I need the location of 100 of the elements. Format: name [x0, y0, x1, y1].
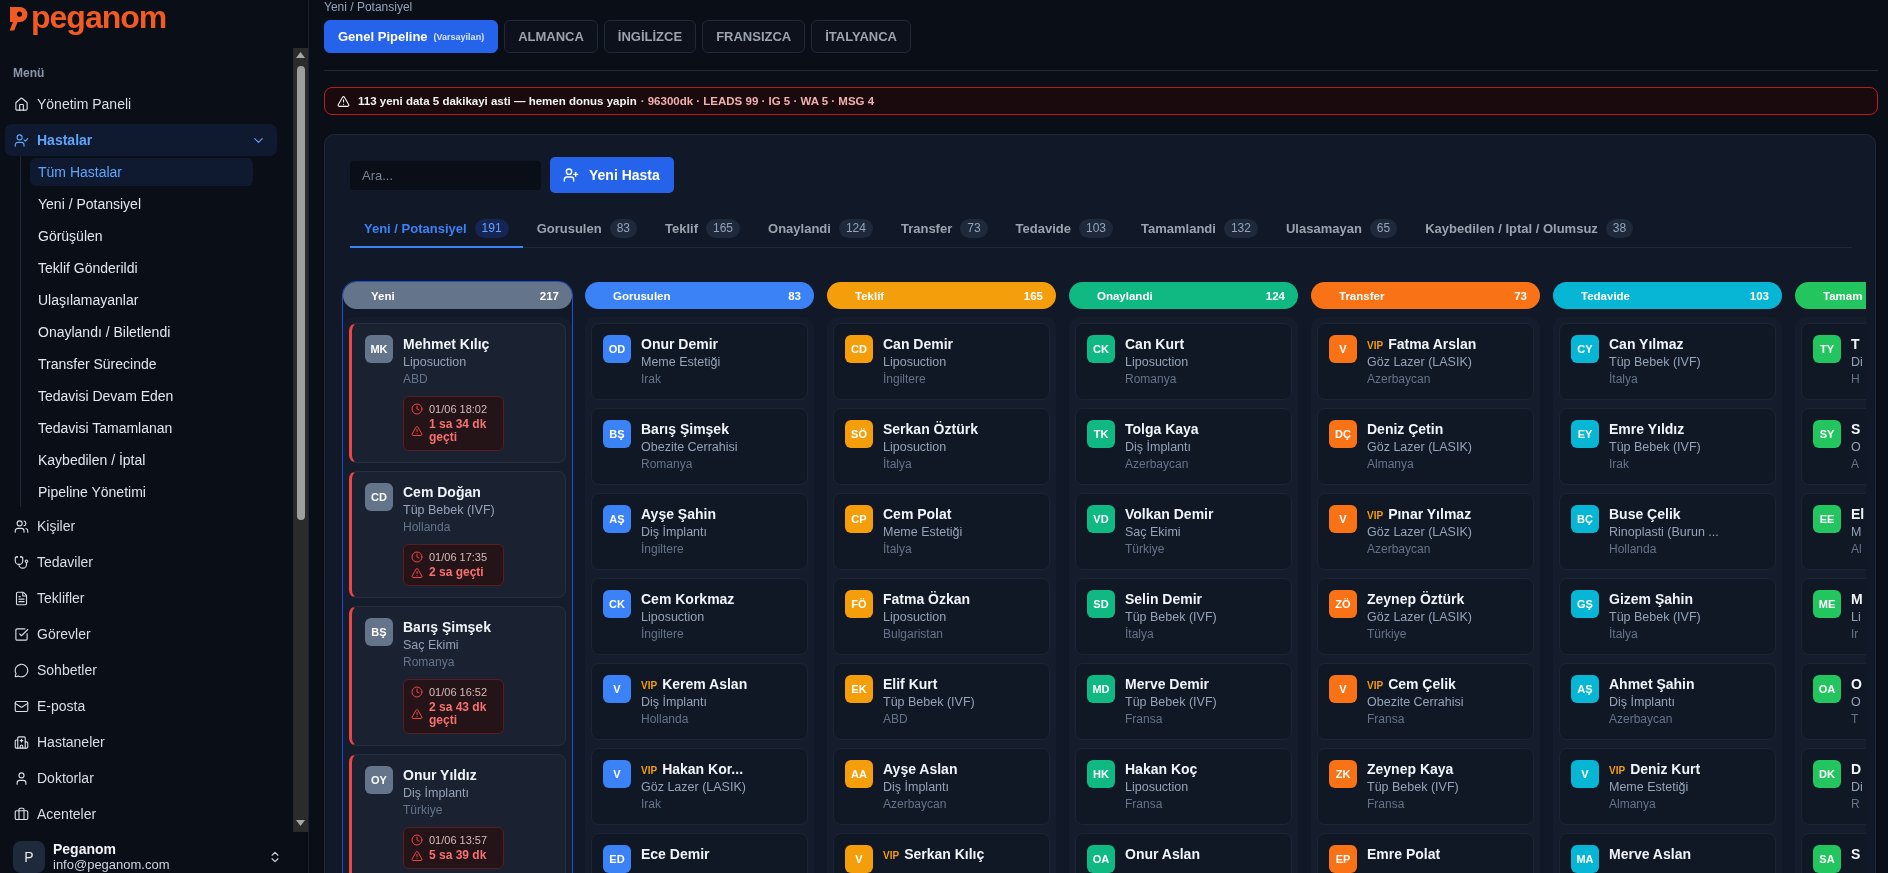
nav-item[interactable]: Tedaviler: [5, 546, 277, 578]
pipeline-tab[interactable]: ALMANCA: [504, 20, 598, 53]
nav-item[interactable]: Yönetim Paneli: [5, 88, 277, 120]
scroll-up-icon[interactable]: [296, 52, 305, 58]
patient-card[interactable]: V VIP Deniz Kurt Meme Estetiği Almanya: [1559, 748, 1776, 825]
patient-card[interactable]: V VIP Fatma Arslan Göz Lazer (LASIK) Azerbaycan: [1317, 323, 1534, 400]
patient-card[interactable]: ED Ece Demir: [591, 833, 808, 873]
country-text: Hollanda: [1609, 541, 1658, 558]
country-text: H: [1851, 371, 1861, 388]
patient-card[interactable]: MD Merve Demir Tüp Bebek (IVF) Fransa: [1075, 663, 1292, 740]
status-tab[interactable]: Onaylandi 124: [754, 211, 887, 248]
nav-item[interactable]: Kişiler: [5, 510, 277, 542]
patient-card[interactable]: AA Ayşe Aslan Diş İmplantı Azerbaycan: [833, 748, 1050, 825]
treatment-text: Meme Estetiği: [641, 354, 722, 371]
nav-item[interactable]: Görevler: [5, 618, 277, 650]
initials-avatar: ME: [1813, 590, 1841, 618]
patient-card[interactable]: CD Can Demir Liposuction İngiltere: [833, 323, 1050, 400]
patient-card[interactable]: OA O O T: [1801, 663, 1866, 740]
nav-item[interactable]: Sohbetler: [5, 654, 277, 686]
mail-icon: [14, 698, 29, 714]
patient-card[interactable]: MA Merve Aslan: [1559, 833, 1776, 873]
nav-item[interactable]: E-posta: [5, 690, 277, 722]
nav-subitem[interactable]: Pipeline Yönetimi: [30, 478, 253, 506]
patient-card[interactable]: V VIP Cem Çelik Obezite Cerrahisi Fransa: [1317, 663, 1534, 740]
nav-subitem[interactable]: Tedavisi Devam Eden: [30, 382, 253, 410]
status-tab[interactable]: Tamamlandi 132: [1127, 211, 1272, 248]
patient-card[interactable]: ZÖ Zeynep Öztürk Göz Lazer (LASIK) Türkiye: [1317, 578, 1534, 655]
patient-name: Hakan Kor...: [662, 760, 744, 778]
status-tab[interactable]: Yeni / Potansiyel 191: [350, 211, 523, 248]
patient-card[interactable]: V VIP Pınar Yılmaz Göz Lazer (LASIK) Azerbaycan: [1317, 493, 1534, 570]
patient-card[interactable]: GŞ Gizem Şahin Tüp Bebek (IVF) İtalya: [1559, 578, 1776, 655]
nav-subitem[interactable]: Kaybedilen / İptal: [30, 446, 253, 474]
nav-subitem[interactable]: Ulaşılamayanlar: [30, 286, 253, 314]
patient-card[interactable]: EY Emre Yıldız Tüp Bebek (IVF) Irak: [1559, 408, 1776, 485]
patient-card[interactable]: CK Cem Korkmaz Liposuction İngiltere: [591, 578, 808, 655]
patient-card[interactable]: OA Onur Aslan: [1075, 833, 1292, 873]
patient-card[interactable]: CP Cem Polat Meme Estetiği İtalya: [833, 493, 1050, 570]
nav-item[interactable]: Hastalar: [5, 124, 277, 156]
patient-card[interactable]: CY Can Yılmaz Tüp Bebek (IVF) İtalya: [1559, 323, 1776, 400]
patient-card[interactable]: DÇ Deniz Çetin Göz Lazer (LASIK) Almanya: [1317, 408, 1534, 485]
scrollbar-thumb[interactable]: [296, 66, 305, 520]
patient-card[interactable]: ME M Li Ir: [1801, 578, 1866, 655]
patient-card[interactable]: EK Elif Kurt Tüp Bebek (IVF) ABD: [833, 663, 1050, 740]
patient-card[interactable]: HK Hakan Koç Liposuction Fransa: [1075, 748, 1292, 825]
status-tab[interactable]: Transfer 73: [886, 211, 1002, 248]
patient-card[interactable]: SÖ Serkan Öztürk Liposuction İtalya: [833, 408, 1050, 485]
patient-card[interactable]: ZK Zeynep Kaya Tüp Bebek (IVF) Fransa: [1317, 748, 1534, 825]
new-patient-button[interactable]: Yeni Hasta: [550, 157, 674, 193]
patient-card[interactable]: AŞ Ahmet Şahin Diş İmplantı Azerbaycan: [1559, 663, 1776, 740]
status-tab[interactable]: Ulasamayan 65: [1271, 211, 1412, 248]
alert-details: · 96300dk · LEADS 99 · IG 5 · WA 5 · MSG 4: [640, 95, 875, 107]
patient-card[interactable]: CK Can Kurt Liposuction Romanya: [1075, 323, 1292, 400]
patient-card[interactable]: V VIP Hakan Kor... Göz Lazer (LASIK) Irak: [591, 748, 808, 825]
nav-item[interactable]: Doktorlar: [5, 762, 277, 794]
patient-card[interactable]: OD Onur Demir Meme Estetiği Irak: [591, 323, 808, 400]
search-field[interactable]: Ara...: [350, 160, 541, 190]
patient-card[interactable]: SY S O A: [1801, 408, 1866, 485]
nav-item[interactable]: Teklifler: [5, 582, 277, 614]
patient-card[interactable]: VD Volkan Demir Saç Ekimi Türkiye: [1075, 493, 1292, 570]
scroll-down-icon[interactable]: [296, 820, 305, 826]
status-tab[interactable]: Kaybedilen / Iptal / Olumsuz 38: [1411, 211, 1648, 248]
pipeline-tab[interactable]: Genel Pipeline (Varsayilan): [324, 20, 499, 53]
status-tab[interactable]: Gorusulen 83: [522, 211, 651, 248]
nav-subitem[interactable]: Teklif Gönderildi: [30, 254, 253, 282]
nav-subitem[interactable]: Onaylandı / Biletlendi: [30, 318, 253, 346]
nav-item[interactable]: Hastaneler: [5, 726, 277, 758]
patient-card[interactable]: CD Cem Doğan Tüp Bebek (IVF) Hollanda 01/06 17:35 2 sa geçti: [349, 471, 566, 598]
status-tab[interactable]: Teklif 165: [651, 211, 755, 248]
patient-card[interactable]: SD Selin Demir Tüp Bebek (IVF) İtalya: [1075, 578, 1292, 655]
nav-subitem[interactable]: Görüşülen: [30, 222, 253, 250]
patient-card[interactable]: FÖ Fatma Özkan Liposuction Bulgaristan: [833, 578, 1050, 655]
patient-card[interactable]: EE El M Al: [1801, 493, 1866, 570]
count-badge: 73: [960, 219, 988, 238]
patient-card[interactable]: BŞ Barış Şimşek Saç Ekimi Romanya 01/06 16:52 2 sa 43 dk geçti: [349, 606, 566, 746]
nav-subitem[interactable]: Tedavisi Tamamlanan: [30, 414, 253, 442]
patient-card[interactable]: DK D Di R: [1801, 748, 1866, 825]
country-text: İngiltere: [883, 371, 927, 388]
vip-label: VIP: [641, 765, 658, 776]
pipeline-tab[interactable]: İTALYANCA: [811, 20, 911, 53]
patient-card[interactable]: V VIP Serkan Kılıç: [833, 833, 1050, 873]
patient-card[interactable]: SA S: [1801, 833, 1866, 873]
patient-card[interactable]: OY Onur Yıldız Diş İmplantı Türkiye 01/06 13:57 5 sa 39 dk: [349, 754, 566, 873]
patient-card[interactable]: MK Mehmet Kılıç Liposuction ABD 01/06 18:02 1 sa 34 dk geçti: [349, 323, 566, 463]
patient-card[interactable]: EP Emre Polat: [1317, 833, 1534, 873]
count-badge: 83: [609, 219, 637, 238]
patient-card[interactable]: AŞ Ayşe Şahin Diş İmplantı İngiltere: [591, 493, 808, 570]
nav-subitem[interactable]: Tüm Hastalar: [30, 158, 253, 186]
patient-card[interactable]: BÇ Buse Çelik Rinoplasti (Burun ... Hollanda: [1559, 493, 1776, 570]
scrollbar-track[interactable]: [293, 48, 308, 832]
nav-subitem[interactable]: Yeni / Potansiyel: [30, 190, 253, 218]
patient-card[interactable]: TK Tolga Kaya Diş İmplantı Azerbaycan: [1075, 408, 1292, 485]
patient-card[interactable]: BŞ Barış Şimşek Obezite Cerrahisi Romanya: [591, 408, 808, 485]
patient-card[interactable]: V VIP Kerem Aslan Diş İmplantı Hollanda: [591, 663, 808, 740]
status-tab[interactable]: Tedavide 103: [1001, 211, 1128, 248]
pipeline-tab[interactable]: İNGİLİZCE: [603, 20, 697, 53]
patient-card[interactable]: TY T Di H: [1801, 323, 1866, 400]
pipeline-tab[interactable]: FRANSIZCA: [702, 20, 806, 53]
nav-item[interactable]: Acenteler: [5, 798, 277, 830]
document-icon: [14, 590, 29, 606]
nav-subitem[interactable]: Transfer Sürecinde: [30, 350, 253, 378]
